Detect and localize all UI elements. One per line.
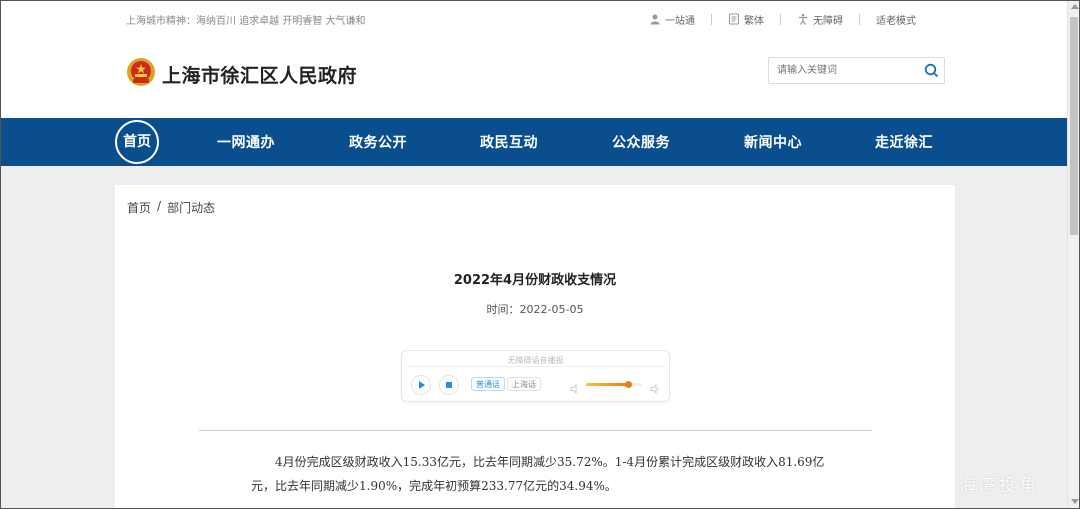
article-date: 时间：2022-05-05 [486, 303, 584, 316]
audio-player: 无障碍语音播报 普通话 上海话 [401, 350, 670, 402]
scroll-up-icon[interactable] [1071, 4, 1079, 9]
play-icon [419, 381, 425, 389]
volume-handle[interactable] [625, 381, 632, 388]
traditional-chinese-link[interactable]: 繁体 [728, 12, 764, 27]
elderly-mode-link[interactable]: 适老模式 [876, 12, 916, 27]
nav-item-online-services[interactable]: 一网通办 [217, 132, 275, 152]
player-divider [406, 366, 665, 367]
site-title[interactable]: 上海市徐汇区人民政府 [162, 61, 357, 88]
divider [780, 13, 781, 25]
article-body: 4月份完成区级财政收入15.33亿元，比去年同期减少35.72%。1-4月份累计… [251, 455, 825, 493]
nav-item-government-affairs[interactable]: 政务公开 [349, 132, 407, 152]
shanghainese-toggle[interactable]: 上海话 [507, 377, 541, 391]
elderly-mode-label: 适老模式 [876, 15, 916, 27]
volume-low-icon [570, 379, 580, 395]
site-header: 上海城市精神：海纳百川 追求卓越 开明睿智 大气谦和 一站通 繁体 无障碍 适老… [1, 1, 1067, 118]
vertical-scrollbar[interactable] [1067, 1, 1079, 508]
search-box [768, 57, 945, 84]
divider [859, 13, 860, 25]
traditional-chinese-label: 繁体 [744, 15, 764, 27]
breadcrumb-separator: / [157, 199, 162, 213]
content-divider [199, 430, 872, 431]
divider [711, 13, 712, 25]
breadcrumb-home[interactable]: 首页 [127, 199, 151, 216]
city-slogan: 上海城市精神：海纳百川 追求卓越 开明睿智 大气谦和 [126, 16, 366, 27]
stop-icon [446, 382, 452, 388]
volume-high-icon [650, 379, 660, 395]
volume-slider[interactable] [586, 381, 642, 388]
article-title: 2022年4月份财政收支情况 [453, 273, 617, 288]
browser-viewport: 上海城市精神：海纳百川 追求卓越 开明睿智 大气谦和 一站通 繁体 无障碍 适老… [0, 0, 1080, 509]
top-links: 一站通 繁体 无障碍 适老模式 [649, 11, 916, 27]
main-nav: 首页 一网通办 政务公开 政民互动 公众服务 新闻中心 走近徐汇 [1, 118, 1067, 166]
watermark: 海湾投角 [959, 476, 1039, 496]
scroll-thumb[interactable] [1070, 17, 1078, 235]
accessibility-link[interactable]: 无障碍 [797, 12, 843, 27]
accessibility-label: 无障碍 [813, 15, 843, 27]
national-emblem-logo [126, 57, 156, 87]
nav-item-interaction[interactable]: 政民互动 [480, 132, 538, 152]
play-button[interactable] [411, 375, 431, 395]
breadcrumb-current[interactable]: 部门动态 [167, 199, 215, 216]
document-icon [728, 13, 740, 25]
article-card: 首页 / 部门动态 2022年4月份财政收支情况 时间：2022-05-05 无… [115, 185, 955, 508]
nav-home[interactable]: 首页 [115, 120, 159, 164]
player-caption: 无障碍语音播报 [507, 356, 564, 365]
volume-fill [586, 383, 628, 386]
search-icon[interactable] [923, 62, 940, 79]
nav-item-public-services[interactable]: 公众服务 [612, 132, 670, 152]
nav-item-about-xuhui[interactable]: 走近徐汇 [875, 132, 933, 152]
search-input[interactable] [769, 58, 919, 83]
one-stop-link[interactable]: 一站通 [649, 12, 695, 27]
one-stop-label: 一站通 [665, 15, 695, 27]
accessibility-icon [797, 13, 809, 25]
scroll-down-icon[interactable] [1071, 499, 1079, 504]
stop-button[interactable] [439, 375, 459, 395]
mandarin-toggle[interactable]: 普通话 [471, 377, 505, 391]
user-icon [649, 13, 661, 25]
nav-item-news-center[interactable]: 新闻中心 [744, 132, 802, 152]
breadcrumb: 首页 / 部门动态 [127, 199, 215, 216]
